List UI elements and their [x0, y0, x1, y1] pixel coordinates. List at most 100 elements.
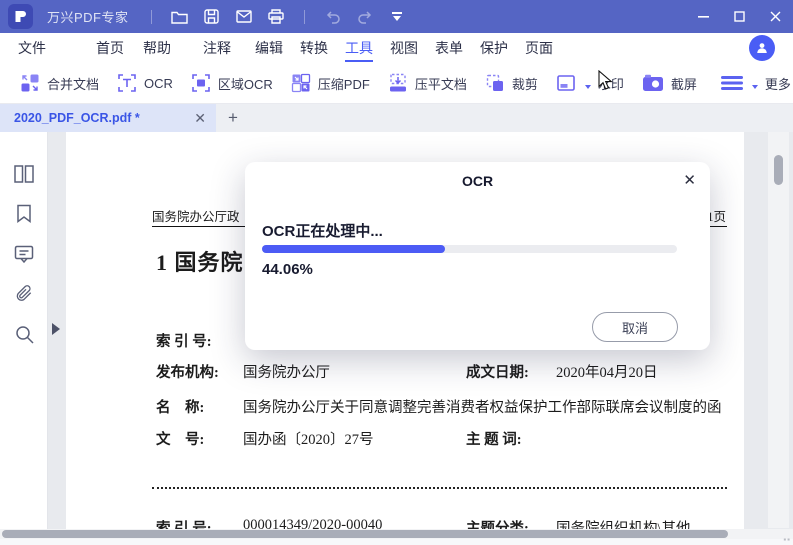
- camera-icon: [642, 74, 663, 91]
- separator: [150, 9, 152, 24]
- cancel-label: 取消: [621, 320, 648, 336]
- minimize-button[interactable]: [685, 0, 721, 33]
- horizontal-scrollbar[interactable]: [0, 529, 793, 539]
- ocr-status-text: OCR正在处理中...: [262, 223, 383, 240]
- active-document-tab[interactable]: 2020_PDF_OCR.pdf * ✕: [0, 104, 216, 132]
- crop-button[interactable]: 裁剪: [485, 73, 538, 93]
- dialog-close-icon[interactable]: ✕: [683, 171, 696, 189]
- field-label: 名 称:: [156, 400, 205, 416]
- menu-form[interactable]: 表单: [435, 34, 463, 62]
- menu-file[interactable]: 文件: [18, 34, 46, 62]
- merge-label: 合并文档: [47, 76, 100, 92]
- ocr-progress-fill: [262, 245, 445, 253]
- app-window: 万兴PDF专家 文件 首页 帮助 注释 编辑 转换 工具 视图 表单 保护 页面…: [0, 0, 793, 545]
- horizontal-scrollbar-thumb[interactable]: [2, 530, 728, 538]
- menu-help[interactable]: 帮助: [143, 34, 171, 62]
- panel-expand-handle[interactable]: [52, 323, 60, 335]
- resize-grip[interactable]: ▪▪: [783, 535, 791, 544]
- menu-convert[interactable]: 转换: [300, 34, 328, 62]
- watermark-icon: [557, 75, 575, 91]
- maximize-button[interactable]: [721, 0, 757, 33]
- menu-page[interactable]: 页面: [525, 34, 553, 62]
- merge-documents-button[interactable]: 合并文档: [20, 73, 99, 93]
- ocr-progress-bar: [262, 245, 677, 253]
- tools-toolbar: 合并文档 OCR 区域OCR 压缩PDF 压平文档 裁剪 水印 截屏 更多: [0, 63, 793, 104]
- watermark-button[interactable]: 水印: [556, 73, 624, 93]
- compress-icon: [291, 73, 310, 93]
- undo-icon[interactable]: [317, 4, 349, 30]
- app-title: 万兴PDF专家: [47, 10, 129, 25]
- title-bar: 万兴PDF专家: [0, 0, 793, 33]
- more-label: 更多: [764, 76, 791, 92]
- menu-home[interactable]: 首页: [96, 34, 124, 62]
- field-label: 成文日期:: [466, 365, 529, 381]
- menu-comment[interactable]: 注释: [203, 34, 231, 62]
- ocr-progress-dialog: OCR ✕ OCR正在处理中... 44.06% 取消: [245, 162, 710, 350]
- doc-heading: 1 国务院: [156, 250, 244, 275]
- flatten-icon: [389, 73, 406, 92]
- menu-tools[interactable]: 工具: [345, 34, 373, 62]
- close-button[interactable]: [757, 0, 793, 33]
- crop-icon: [486, 74, 503, 91]
- ocr-icon: [118, 74, 136, 92]
- flatten-document-button[interactable]: 压平文档: [388, 73, 467, 93]
- compress-label: 压缩PDF: [317, 76, 370, 92]
- cancel-button[interactable]: 取消: [592, 312, 678, 342]
- menu-edit[interactable]: 编辑: [255, 34, 283, 62]
- field-label: 索 引 号:: [156, 334, 212, 350]
- status-strip: [0, 539, 793, 545]
- menu-protect[interactable]: 保护: [480, 34, 508, 62]
- screenshot-label: 截屏: [670, 76, 697, 92]
- area-ocr-label: 区域OCR: [217, 76, 273, 92]
- more-tools-button[interactable]: 更多: [720, 74, 791, 93]
- vertical-scrollbar-thumb[interactable]: [774, 155, 783, 185]
- thumbnails-panel-icon[interactable]: [0, 154, 48, 194]
- bookmarks-panel-icon[interactable]: [0, 194, 48, 234]
- attachments-panel-icon[interactable]: [0, 274, 48, 314]
- screenshot-button[interactable]: 截屏: [642, 74, 697, 93]
- print-icon[interactable]: [260, 4, 292, 30]
- customize-toolbar-icon[interactable]: [381, 4, 413, 30]
- doc-header-left: 国务院办公厅政: [152, 210, 240, 224]
- menu-bar: 文件 首页 帮助 注释 编辑 转换 工具 视图 表单 保护 页面: [0, 33, 793, 63]
- save-icon[interactable]: [196, 4, 228, 30]
- separator: [303, 9, 305, 24]
- account-avatar[interactable]: [749, 35, 775, 61]
- field-label: 文 号:: [156, 432, 205, 448]
- ocr-button[interactable]: OCR: [117, 73, 173, 93]
- dialog-title: OCR: [461, 173, 494, 189]
- document-tab-bar: 2020_PDF_OCR.pdf * ✕ +: [0, 104, 793, 132]
- search-panel-icon[interactable]: [0, 314, 48, 354]
- merge-icon: [21, 74, 39, 92]
- watermark-dropdown-caret[interactable]: [584, 85, 591, 89]
- crop-label: 裁剪: [511, 76, 538, 92]
- field-label: 主 题 词:: [466, 432, 522, 448]
- navigation-sidebar: [0, 132, 48, 545]
- new-tab-button[interactable]: +: [216, 104, 250, 132]
- window-controls: [685, 0, 793, 33]
- app-logo-icon: [8, 4, 33, 29]
- field-value: 2020年04月20日: [556, 365, 658, 381]
- ocr-progress-percent: 44.06%: [262, 261, 313, 278]
- field-value: 国务院办公厅关于同意调整完善消费者权益保护工作部际联席会议制度的函: [243, 400, 722, 416]
- area-ocr-button[interactable]: 区域OCR: [191, 73, 273, 93]
- vertical-scrollbar[interactable]: [768, 132, 789, 528]
- open-file-icon[interactable]: [164, 4, 196, 30]
- mouse-cursor: [598, 70, 613, 90]
- hamburger-icon: [720, 76, 743, 90]
- field-value: 国务院办公厅: [243, 365, 330, 381]
- more-dropdown-caret[interactable]: [751, 84, 758, 89]
- doc-dotted-divider: [152, 487, 727, 489]
- tab-title: 2020_PDF_OCR.pdf *: [14, 111, 140, 125]
- ocr-label: OCR: [144, 75, 173, 91]
- compress-pdf-button[interactable]: 压缩PDF: [291, 73, 370, 93]
- field-label: 发布机构:: [156, 365, 219, 381]
- comments-panel-icon[interactable]: [0, 234, 48, 274]
- area-ocr-icon: [192, 74, 210, 92]
- flatten-label: 压平文档: [414, 76, 467, 92]
- field-value: 国办函〔2020〕27号: [243, 432, 374, 448]
- email-icon[interactable]: [228, 4, 260, 30]
- redo-icon[interactable]: [349, 4, 381, 30]
- menu-view[interactable]: 视图: [390, 34, 418, 62]
- tab-close-icon[interactable]: ✕: [194, 110, 206, 127]
